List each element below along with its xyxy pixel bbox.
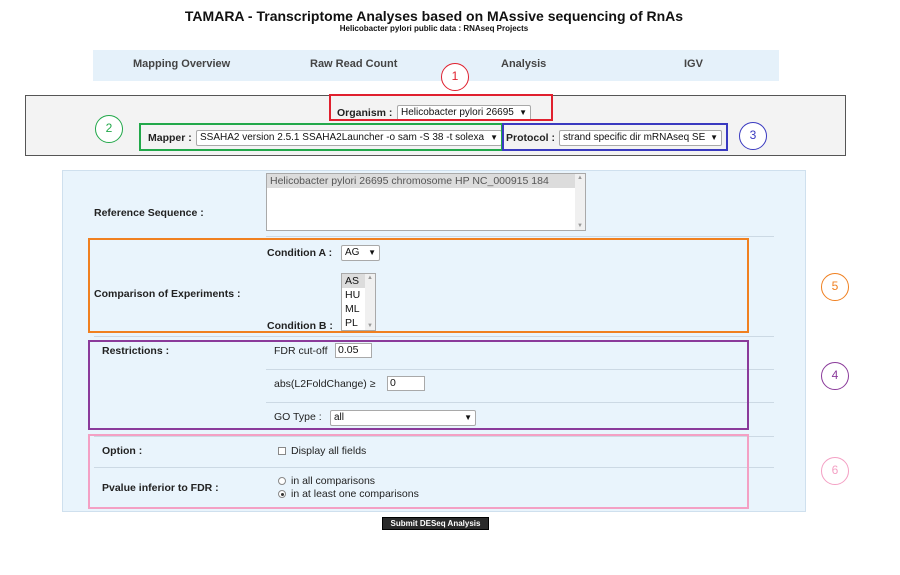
- main-nav: Mapping Overview Raw Read Count Analysis…: [93, 50, 779, 81]
- nav-igv[interactable]: IGV: [684, 58, 703, 70]
- divider: [266, 236, 774, 237]
- page-subtitle: Helicobacter pylori public data : RNAseq…: [339, 24, 529, 33]
- reference-sequence-list[interactable]: Helicobacter pylori 26695 chromosome HP …: [266, 173, 586, 231]
- page-title: TAMARA - Transcriptome Analyses based on…: [184, 8, 684, 24]
- annotation-box-6: [88, 434, 749, 509]
- annotation-marker-1: 1: [441, 63, 469, 91]
- scroll-down-icon: ▼: [577, 223, 583, 229]
- annotation-marker-3: 3: [739, 122, 767, 150]
- nav-mapping-overview[interactable]: Mapping Overview: [133, 58, 230, 70]
- reference-sequence-option[interactable]: Helicobacter pylori 26695 chromosome HP …: [267, 174, 585, 188]
- nav-analysis[interactable]: Analysis: [501, 58, 546, 70]
- annotation-marker-5: 5: [821, 273, 849, 301]
- annotation-box-2: [139, 123, 503, 151]
- submit-deseq-button[interactable]: Submit DESeq Analysis: [382, 517, 489, 530]
- annotation-box-3: [502, 123, 728, 151]
- scroll-up-icon: ▲: [577, 175, 583, 181]
- annotation-box-5: [88, 238, 749, 333]
- annotation-marker-2: 2: [95, 115, 123, 143]
- nav-raw-read-count[interactable]: Raw Read Count: [310, 58, 397, 70]
- reference-sequence-label: Reference Sequence :: [94, 207, 204, 219]
- annotation-marker-4: 4: [821, 362, 849, 390]
- divider: [94, 336, 774, 337]
- annotation-marker-6: 6: [821, 457, 849, 485]
- annotation-box-4: [88, 340, 749, 430]
- scrollbar[interactable]: ▲ ▼: [575, 174, 585, 230]
- annotation-box-1: [329, 94, 553, 121]
